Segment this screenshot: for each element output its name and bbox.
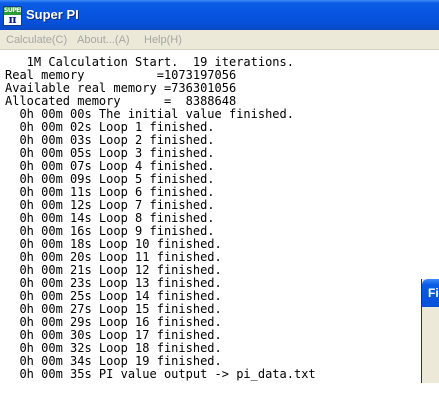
overlapping-dialog-body [422, 307, 439, 383]
console-lines: 1M Calculation Start. 19 iterations. Rea… [5, 56, 316, 381]
window-title: Super PI [26, 7, 79, 22]
pi-symbol-icon: π [8, 13, 17, 26]
super-pi-app-icon[interactable]: SUPER π [3, 6, 22, 26]
menu-calculate[interactable]: Calculate(C) [6, 33, 67, 47]
console-output: 1M Calculation Start. 19 iterations. Rea… [0, 51, 439, 401]
console-line: 0h 00m 35s PI value output -> pi_data.tx… [5, 367, 316, 381]
super-pi-window: SUPER π Super PI Calculate(C) About...(A… [0, 0, 439, 401]
overlapping-dialog[interactable]: Fi [421, 279, 439, 383]
menu-about[interactable]: About...(A) [77, 33, 130, 47]
menu-help[interactable]: Help(H) [144, 33, 182, 47]
overlapping-dialog-title: Fi [428, 286, 439, 300]
title-bar[interactable]: SUPER π Super PI [0, 0, 439, 30]
menu-bar: Calculate(C) About...(A) Help(H) [0, 30, 439, 50]
overlapping-dialog-title-bar[interactable]: Fi [422, 279, 439, 307]
